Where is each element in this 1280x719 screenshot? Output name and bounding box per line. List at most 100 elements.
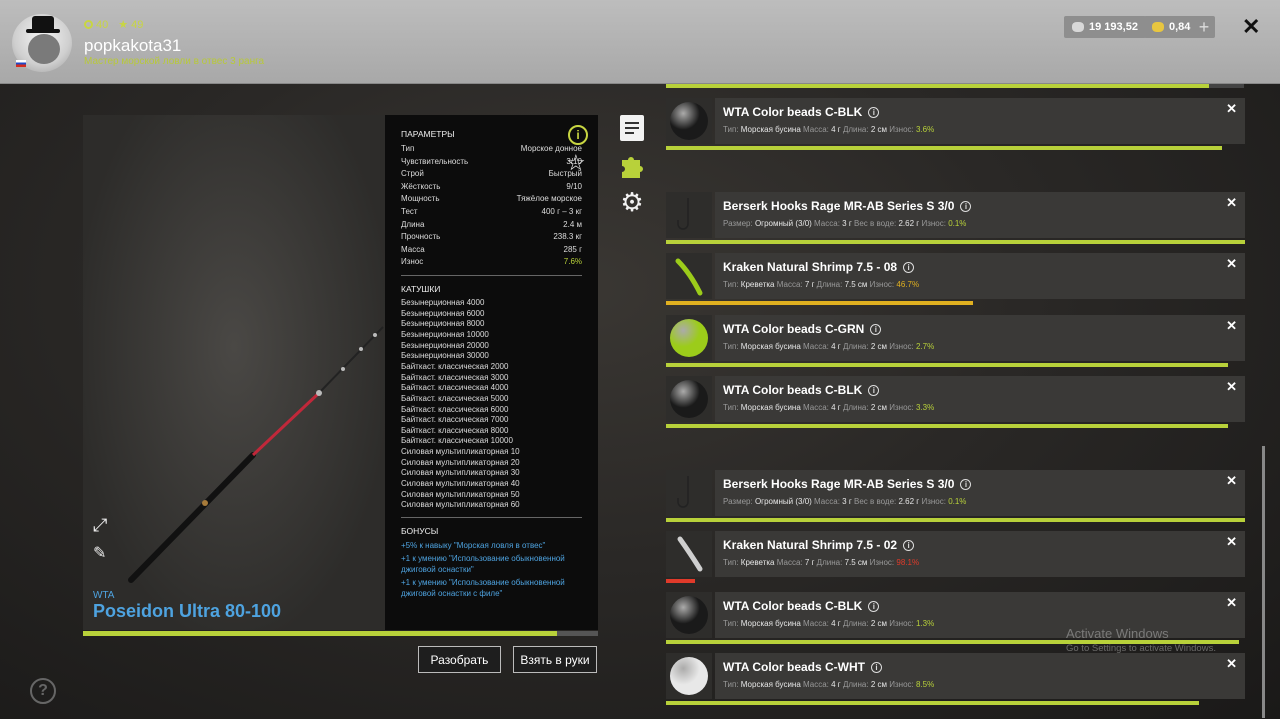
gold-coin-icon: [1152, 22, 1164, 32]
document-icon[interactable]: [620, 115, 644, 141]
puzzle-icon[interactable]: [620, 152, 644, 178]
help-icon[interactable]: ?: [30, 678, 56, 704]
meta-value: 8.5%: [916, 680, 935, 689]
item-title: Berserk Hooks Rage MR-AB Series S 3/0 i: [723, 199, 972, 213]
param-value: 9/10: [566, 181, 582, 191]
param-row: Тест 400 г – 3 кг: [401, 206, 582, 219]
info-icon[interactable]: i: [903, 539, 915, 551]
reel-item: Безынерционная 8000: [401, 319, 485, 329]
expand-icon[interactable]: ⤢: [93, 515, 113, 535]
remove-item-close-icon[interactable]: ✕: [1226, 379, 1237, 395]
meta-value: 4 г: [831, 403, 841, 412]
item-thumbnail: [666, 98, 712, 144]
param-value: Тяжёлое морское: [516, 194, 582, 204]
param-label: Жёсткость: [401, 181, 441, 191]
item-title: WTA Color beads C-GRN i: [723, 322, 882, 336]
gold-balance: 0,84: [1144, 16, 1199, 38]
item-title: Berserk Hooks Rage MR-AB Series S 3/0 i: [723, 477, 972, 491]
item-meta: Размер: Огромный (3/0) Масса: 3 г Вес в …: [723, 219, 966, 228]
param-row: Прочность 238.3 кг: [401, 231, 582, 244]
scrollbar[interactable]: [1262, 446, 1265, 718]
tackle-item[interactable]: WTA Color beads C-GRN i Тип: Морская бусин…: [666, 315, 1245, 369]
tackle-item[interactable]: WTA Color beads C-WHT i Тип: Морская бусин…: [666, 653, 1245, 707]
meta-label: Износ:: [921, 219, 946, 228]
remove-item-close-icon[interactable]: ✕: [1226, 595, 1237, 611]
bonus-list: +5% к навыку "Морская ловля в отвес" +1 к…: [401, 540, 582, 599]
remove-item-close-icon[interactable]: ✕: [1226, 195, 1237, 211]
info-icon[interactable]: i: [903, 261, 915, 273]
close-icon[interactable]: ✕: [1242, 14, 1260, 40]
header-bar: 40 ★ 49 popkakota31 Мастер морской ловли …: [0, 0, 1280, 84]
meta-label: Масса:: [814, 497, 840, 506]
reel-item: Силовая мультипликаторная 10: [401, 447, 520, 457]
item-name: WTA Color beads C-WHT: [723, 660, 865, 674]
meta-label: Износ:: [869, 280, 895, 289]
remove-item-close-icon[interactable]: ✕: [1226, 256, 1237, 272]
reel-item: Силовая мультипликаторная 40: [401, 479, 520, 489]
meta-label: Длина:: [842, 403, 869, 412]
gear-icon[interactable]: ⚙: [620, 189, 644, 215]
remove-item-close-icon[interactable]: ✕: [1226, 534, 1237, 550]
remove-item-close-icon[interactable]: ✕: [1226, 318, 1237, 334]
reel-item: Байткаст. классическая 6000: [401, 404, 509, 414]
item-meta: Тип: Креветка Масса: 7 г Длина: 7.5 см И…: [723, 558, 919, 567]
meta-label: Масса:: [803, 125, 829, 134]
remove-item-close-icon[interactable]: ✕: [1226, 473, 1237, 489]
tackle-item[interactable]: WTA Color beads C-BLK i Тип: Морская бусин…: [666, 98, 1245, 152]
reel-item: Байткаст. классическая 7000: [401, 415, 509, 425]
tackle-item[interactable]: Berserk Hooks Rage MR-AB Series S 3/0 i Ра…: [666, 470, 1245, 524]
disassemble-button[interactable]: Разобрать: [418, 646, 501, 673]
remove-item-close-icon[interactable]: ✕: [1226, 101, 1237, 117]
silver-coin-icon: [1072, 22, 1084, 32]
star-icon: ★: [118, 19, 129, 31]
repair-tool-icon[interactable]: ✎: [93, 543, 113, 563]
item-title: WTA Color beads C-BLK i: [723, 599, 880, 613]
info-icon[interactable]: i: [870, 323, 882, 335]
reel-item: Безынерционная 20000: [401, 340, 489, 350]
param-row: Тип Морское донное: [401, 143, 582, 156]
item-name: Berserk Hooks Rage MR-AB Series S 3/0: [723, 477, 955, 491]
info-icon[interactable]: i: [870, 661, 882, 673]
reel-item: Силовая мультипликаторная 60: [401, 500, 520, 510]
item-name: Kraken Natural Shrimp 7.5 - 08: [723, 260, 898, 274]
level-value: 40: [96, 18, 109, 31]
item-title: WTA Color beads C-WHT i: [723, 660, 882, 674]
item-name: Berserk Hooks Rage MR-AB Series S 3/0: [723, 199, 955, 213]
item-meta: Размер: Огромный (3/0) Масса: 3 г Вес в …: [723, 497, 966, 506]
info-icon[interactable]: i: [868, 384, 880, 396]
reel-item: Силовая мультипликаторная 50: [401, 489, 520, 499]
reel-item: Безынерционная 10000: [401, 329, 489, 339]
tackle-item[interactable]: Berserk Hooks Rage MR-AB Series S 3/0 i Ра…: [666, 192, 1245, 246]
favorite-star-icon[interactable]: ☆: [566, 150, 586, 176]
meta-label: Износ:: [889, 342, 914, 351]
info-icon[interactable]: i: [868, 106, 880, 118]
item-thumbnail: [666, 653, 712, 699]
param-label: Прочность: [401, 232, 441, 242]
take-in-hand-button[interactable]: Взять в руки: [513, 646, 597, 673]
meta-label: Длина:: [842, 680, 869, 689]
item-name: WTA Color beads C-BLK: [723, 599, 863, 613]
bead-icon: [670, 596, 708, 634]
tackle-item[interactable]: Kraken Natural Shrimp 7.5 - 02 i Тип: Крев…: [666, 531, 1245, 585]
info-icon[interactable]: i: [960, 200, 972, 212]
item-title: Kraken Natural Shrimp 7.5 - 08 i: [723, 260, 915, 274]
item-name: Kraken Natural Shrimp 7.5 - 02: [723, 538, 898, 552]
rod-image: [128, 326, 384, 583]
level-icon: [84, 20, 93, 29]
info-icon[interactable]: i: [868, 600, 880, 612]
item-wear-bar: [666, 240, 1245, 244]
tackle-item[interactable]: WTA Color beads C-BLK i Тип: Морская бусин…: [666, 376, 1245, 430]
item-body: Berserk Hooks Rage MR-AB Series S 3/0 i Ра…: [715, 470, 1245, 516]
info-icon[interactable]: i: [568, 125, 588, 145]
remove-item-close-icon[interactable]: ✕: [1226, 656, 1237, 672]
avatar-face: [28, 34, 60, 64]
meta-value: Огромный (3/0): [754, 219, 812, 228]
add-gold-button[interactable]: +: [1193, 16, 1215, 38]
param-row: Мощность Тяжёлое морское: [401, 193, 582, 206]
meta-value: 3 г: [842, 497, 852, 506]
divider: [401, 517, 582, 519]
player-rank: Мастер морской ловли в отвес 3 ранга: [84, 56, 265, 67]
tackle-item[interactable]: Kraken Natural Shrimp 7.5 - 08 i Тип: Крев…: [666, 253, 1245, 307]
info-icon[interactable]: i: [960, 478, 972, 490]
meta-value: Морская бусина: [740, 680, 801, 689]
